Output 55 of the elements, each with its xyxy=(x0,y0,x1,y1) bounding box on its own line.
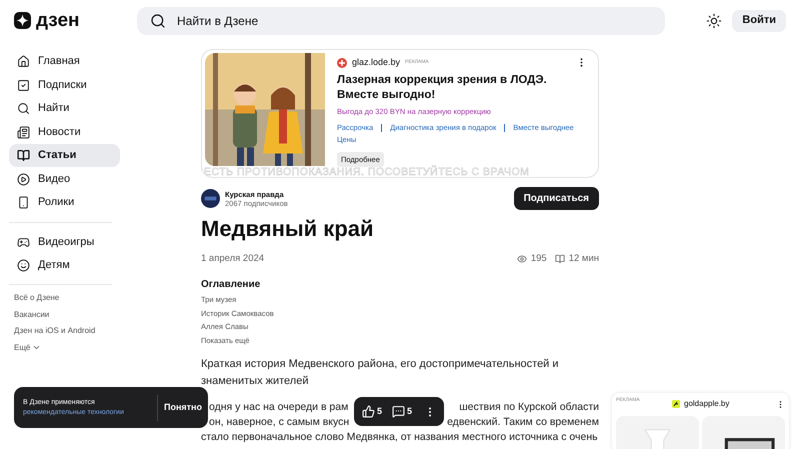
article-text: стало первоначальное слово Медвянка, от названия местного источника с очень xyxy=(201,430,598,446)
footer-link[interactable]: Дзен на iOS и Android xyxy=(14,325,96,338)
login-button[interactable]: Войти xyxy=(732,10,786,32)
search-field[interactable]: Найти в Дзене xyxy=(137,6,665,34)
sidebar-item[interactable]: Детям xyxy=(9,254,120,277)
logo-icon xyxy=(14,12,31,29)
newspaper-icon xyxy=(17,126,30,138)
ad-card[interactable] xyxy=(201,49,599,178)
ad-domain[interactable]: glaz.lode.by xyxy=(352,56,400,70)
comment-count: 5 xyxy=(407,404,412,418)
footer-link[interactable]: Всё о Дзене xyxy=(14,292,60,304)
sidebar-item[interactable]: Ролики xyxy=(9,191,120,214)
toc-heading: Оглавление xyxy=(201,278,262,292)
footer-link[interactable]: Вакансии xyxy=(14,308,50,321)
article-text: шествия по Курской области xyxy=(459,400,599,416)
article-date: 1 апреля 2024 xyxy=(201,252,264,266)
brand-icon xyxy=(672,400,680,408)
play-icon xyxy=(17,172,30,186)
sidebar-item[interactable]: Новости xyxy=(9,120,120,144)
smile-icon xyxy=(17,259,30,272)
channel-avatar[interactable] xyxy=(201,189,220,208)
eye-icon xyxy=(516,254,527,264)
checkbox-icon xyxy=(17,78,30,92)
sidebar-item[interactable]: Видеоигры xyxy=(9,231,120,254)
comment-icon[interactable] xyxy=(392,405,406,418)
like-count: 5 xyxy=(377,404,382,418)
sidebar-item[interactable]: Подписки xyxy=(9,74,120,96)
logo-text[interactable]: дзен xyxy=(36,11,80,30)
theme-icon[interactable] xyxy=(706,12,722,28)
search-icon xyxy=(150,12,166,28)
book-icon xyxy=(17,149,30,162)
article-text: он, наверное, с самым вкусн xyxy=(209,415,350,430)
view-count: 195 xyxy=(530,252,547,266)
got-it-button[interactable]: Понятно xyxy=(158,387,208,428)
phone-icon xyxy=(17,196,30,209)
brand-icon xyxy=(337,58,347,68)
article-text: едвенский. Таким со временем xyxy=(447,415,599,430)
sidebar-item[interactable]: Главная xyxy=(9,50,120,73)
search-icon xyxy=(17,102,30,115)
book-icon xyxy=(554,254,565,264)
like-icon[interactable] xyxy=(362,405,375,418)
article-text: одня у нас на очереди в рам xyxy=(209,400,348,416)
sidebar-item[interactable]: Статьи xyxy=(9,144,120,167)
article-lead: Краткая история Медвенского района, его достопримечательностей и знаменитых жителей xyxy=(201,357,560,390)
sidebar-item[interactable]: Найти xyxy=(9,97,120,120)
subscribe-button[interactable]: Подписаться xyxy=(514,187,599,210)
read-time: 12 мин xyxy=(568,252,599,266)
more-link[interactable]: Ещё xyxy=(14,342,42,354)
ad-domain[interactable]: goldapple.by xyxy=(684,398,730,410)
gamepad-icon xyxy=(17,236,30,249)
article-title: Медвяный край xyxy=(201,215,375,243)
ad-title[interactable]: Лазерная коррекция зрения в ЛОДЭ. Вместе выгодно! xyxy=(337,72,587,102)
home-icon xyxy=(17,55,30,68)
sidebar-item[interactable]: Видео xyxy=(9,168,120,190)
ad-disclaimer: ЕСТЬ ПРОТИВОПОКАЗАНИЯ. ПОСОВЕТУЙТЕСЬ С ВРАЧОМ xyxy=(204,166,530,177)
